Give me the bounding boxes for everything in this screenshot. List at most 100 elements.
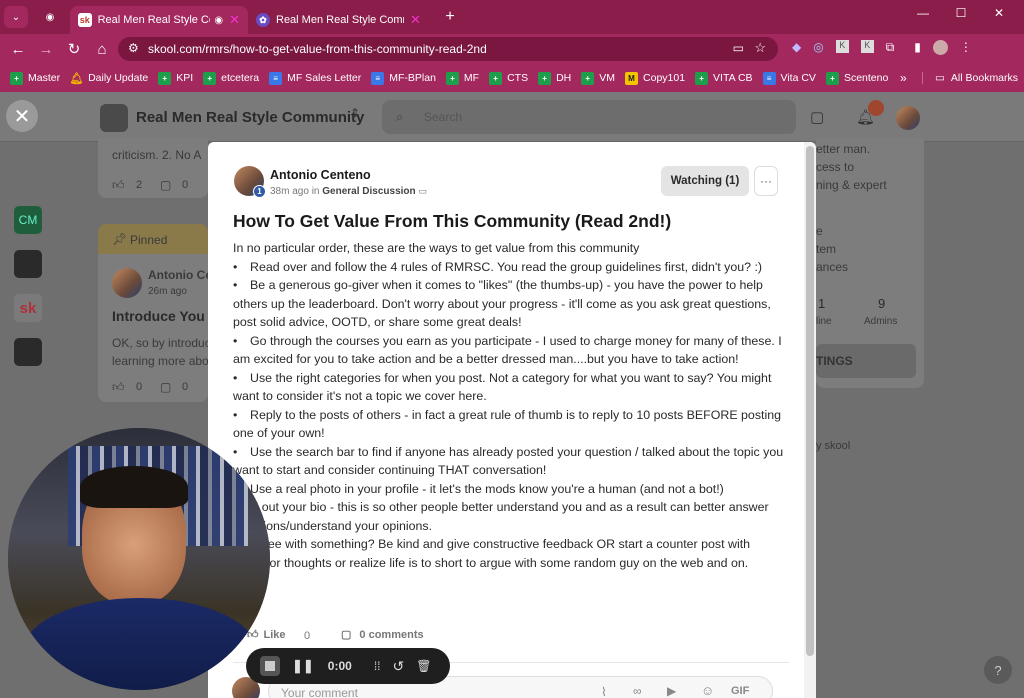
- bullet-item: • Go through the courses you earn as you …: [233, 332, 785, 369]
- stop-record-button[interactable]: [260, 656, 280, 676]
- community-switcher-icon[interactable]: ⇕: [350, 106, 360, 120]
- thumbs-up-icon[interactable]: 👍︎: [112, 380, 125, 395]
- bookmark-item[interactable]: + VITA CB: [695, 71, 753, 85]
- bookmark-item[interactable]: 🔔︎ Daily Update: [70, 72, 149, 85]
- tab-search-button[interactable]: ⌄: [4, 6, 28, 28]
- reload-icon[interactable]: ↻: [60, 35, 88, 63]
- bookmark-item[interactable]: + KPI: [158, 71, 193, 85]
- tab-group-icon[interactable]: ◉: [36, 3, 64, 31]
- cast-icon[interactable]: ▭: [733, 41, 744, 55]
- app-icon-shield[interactable]: [14, 338, 42, 366]
- drag-handle-icon[interactable]: ⁞⁞: [374, 659, 381, 673]
- help-button[interactable]: ?: [984, 656, 1012, 684]
- extension-icon[interactable]: K: [860, 40, 874, 53]
- bg-post-card[interactable]: Antonio Ce 26m ago Introduce You OK, so …: [98, 254, 212, 402]
- bg-post-snippet: criticism. 2. No A: [112, 148, 202, 162]
- settings-button[interactable]: TINGS: [816, 344, 916, 378]
- delete-icon[interactable]: 🗑︎: [416, 659, 431, 673]
- maximize-icon[interactable]: ☐: [942, 6, 980, 20]
- comments-button[interactable]: ▢ 0 comments: [341, 628, 424, 642]
- bookmark-item[interactable]: + MF: [445, 71, 479, 85]
- stat-admins: 9: [878, 296, 886, 311]
- tab-active[interactable]: sk Real Men Real Style Commu ◉ ✕: [70, 6, 248, 34]
- scrollbar[interactable]: [804, 142, 816, 698]
- bookmark-item[interactable]: + CTS: [489, 71, 528, 85]
- site-info-icon[interactable]: ⚙: [128, 41, 139, 55]
- sidebar-toggle-icon[interactable]: ▮: [914, 40, 921, 55]
- bookmark-star-icon[interactable]: ☆: [754, 40, 766, 56]
- close-window-icon[interactable]: ✕: [980, 6, 1018, 20]
- community-logo[interactable]: [100, 104, 128, 132]
- bookmark-item[interactable]: ≡ MF Sales Letter: [269, 71, 361, 85]
- bullet-text: Go through the courses you earn as you p…: [233, 333, 782, 367]
- comment-icon[interactable]: ▢: [160, 178, 171, 192]
- back-icon[interactable]: ←: [4, 35, 32, 63]
- emoji-icon[interactable]: ☺: [701, 683, 714, 698]
- bookmark-item[interactable]: + Scenteno: [825, 71, 888, 85]
- comment-placeholder: Your comment: [281, 686, 358, 698]
- restart-icon[interactable]: ↺: [393, 658, 405, 675]
- minimize-icon[interactable]: —: [904, 6, 942, 20]
- app-icon-globe[interactable]: [14, 250, 42, 278]
- sheets-icon: +: [538, 71, 552, 85]
- forward-icon[interactable]: →: [32, 35, 60, 63]
- post-author-name[interactable]: Antonio Centeno: [270, 168, 371, 182]
- bookmark-item[interactable]: + Master: [10, 71, 60, 85]
- user-avatar[interactable]: [896, 106, 920, 130]
- search-input[interactable]: ⌕ Search: [382, 100, 796, 134]
- tab-close-icon[interactable]: ✕: [229, 12, 240, 28]
- tab-close-icon[interactable]: ✕: [410, 12, 421, 28]
- tab-inactive[interactable]: ✿ Real Men Real Style Community ✕: [248, 6, 432, 34]
- bookmark-item[interactable]: + etcetera: [203, 71, 259, 85]
- attach-icon[interactable]: ⌇: [601, 685, 607, 698]
- bullet-dot: •: [233, 259, 238, 274]
- bookmark-item[interactable]: ≡ MF-BPlan: [371, 71, 436, 85]
- extensions-puzzle-icon[interactable]: ⧉: [886, 40, 895, 55]
- powered-by-skool[interactable]: y skool: [816, 440, 850, 452]
- video-icon[interactable]: ▶: [667, 684, 676, 698]
- app-icon-skool[interactable]: sk: [14, 294, 42, 322]
- app-icon-cm[interactable]: CM: [14, 206, 42, 234]
- post-time: 38m ago: [270, 186, 309, 197]
- scrollbar-thumb[interactable]: [806, 146, 814, 656]
- comment-count: 0: [182, 179, 189, 191]
- extension-icon[interactable]: K: [835, 40, 849, 53]
- sheets-icon: +: [825, 71, 839, 85]
- extension-icon[interactable]: ◎: [813, 40, 823, 55]
- bg-post-card[interactable]: criticism. 2. No A 👍︎ 2 ▢ 0: [98, 138, 208, 198]
- gif-button[interactable]: GIF: [731, 685, 749, 697]
- more-bookmarks-button[interactable]: »: [900, 71, 907, 85]
- tab-title: Real Men Real Style Commu: [97, 14, 211, 26]
- post-intro: In no particular order, these are the wa…: [233, 241, 640, 255]
- all-bookmarks-button[interactable]: ▭ All Bookmarks: [922, 72, 1018, 84]
- pause-icon[interactable]: ❚❚: [292, 658, 314, 674]
- bookmark-item[interactable]: + VM: [581, 71, 615, 85]
- bookmark-item[interactable]: + DH: [538, 71, 571, 85]
- post-options-button[interactable]: ···: [754, 166, 778, 196]
- like-count: 0: [136, 381, 143, 393]
- bullet-text: Be a generous go-giver when it comes to …: [233, 278, 771, 329]
- stop-icon: [265, 661, 275, 671]
- watching-button[interactable]: Watching (1): [661, 166, 749, 196]
- post-in: in: [311, 186, 320, 197]
- profile-avatar-icon[interactable]: [932, 40, 948, 55]
- bullet-list: • Read over and follow the 4 rules of RMR…: [233, 258, 785, 573]
- browser-menu-icon[interactable]: ⋮: [960, 40, 972, 55]
- chat-icon[interactable]: ▢: [810, 108, 824, 126]
- post-title: How To Get Value From This Community (Re…: [233, 211, 672, 231]
- thumbs-up-icon[interactable]: 👍︎: [112, 178, 125, 193]
- post-category[interactable]: General Discussion: [322, 186, 415, 197]
- webcam-overlay[interactable]: [8, 428, 270, 690]
- link-icon[interactable]: ∞: [633, 684, 642, 698]
- bookmark-item[interactable]: M Copy101: [625, 71, 685, 85]
- home-icon[interactable]: ⌂: [88, 35, 116, 63]
- comment-icon[interactable]: ▢: [160, 380, 171, 394]
- community-name[interactable]: Real Men Real Style Community: [136, 109, 364, 126]
- sheets-icon: +: [445, 71, 459, 85]
- url-field[interactable]: ⚙ skool.com/rmrs/how-to-get-value-from-t…: [118, 37, 778, 61]
- bookmark-item[interactable]: ≡ Vita CV: [762, 71, 816, 85]
- post-modal: 1 Antonio Centeno 38m ago in General Dis…: [208, 142, 816, 698]
- extension-icon[interactable]: ◆: [792, 40, 801, 55]
- close-modal-button[interactable]: ✕: [6, 100, 38, 132]
- new-tab-button[interactable]: +: [436, 3, 464, 31]
